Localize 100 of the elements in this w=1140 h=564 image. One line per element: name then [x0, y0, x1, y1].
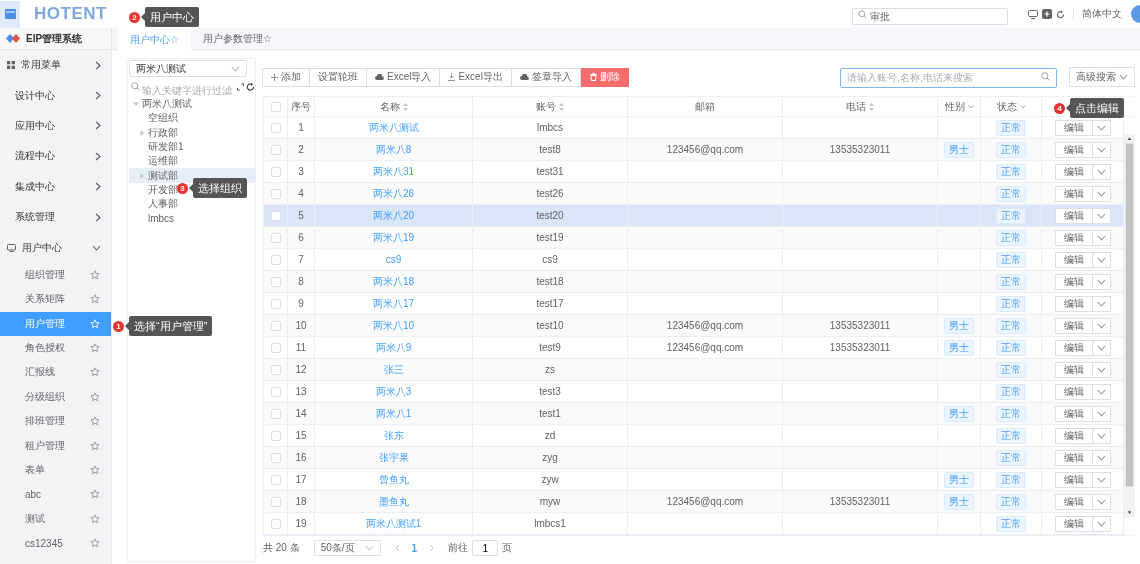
sort-icon[interactable]: [559, 102, 564, 111]
checkbox[interactable]: [270, 210, 281, 221]
table-row[interactable]: 3 两米八31 test31 正常 编辑: [264, 161, 1124, 183]
column-header[interactable]: 名称: [379, 99, 400, 114]
checkbox[interactable]: [270, 320, 281, 331]
refresh-icon[interactable]: [246, 81, 255, 92]
menu-button[interactable]: [0, 0, 20, 28]
tree-node[interactable]: 行政部: [129, 125, 256, 140]
checkbox[interactable]: [270, 408, 281, 419]
table-row[interactable]: 6 两米八19 test19 正常 编辑: [264, 227, 1124, 249]
refresh-icon[interactable]: [1056, 9, 1065, 19]
table-row[interactable]: 11 两米八9 test9 123456@qq.com 13535323011 男士 正常 编辑: [264, 337, 1124, 359]
next-page-icon[interactable]: [429, 544, 435, 552]
checkbox[interactable]: [270, 430, 281, 441]
menu-item[interactable]: cs12345: [0, 531, 111, 556]
edit-button[interactable]: 编辑: [1054, 119, 1093, 136]
dropdown-button[interactable]: [1092, 119, 1111, 136]
checkbox[interactable]: [270, 452, 281, 463]
tree-node[interactable]: 两米八测试: [129, 97, 256, 112]
checkbox[interactable]: [270, 342, 281, 353]
star-icon[interactable]: [90, 269, 100, 280]
edit-button[interactable]: 编辑: [1054, 339, 1093, 356]
dropdown-button[interactable]: [1092, 141, 1111, 158]
edit-button[interactable]: 编辑: [1054, 427, 1093, 444]
star-icon[interactable]: [90, 465, 100, 476]
dropdown-button[interactable]: [1092, 295, 1111, 312]
dropdown-button[interactable]: [1092, 317, 1111, 334]
edit-button[interactable]: 编辑: [1054, 273, 1093, 290]
edit-button[interactable]: 编辑: [1054, 493, 1093, 510]
tree-node[interactable]: 人事部: [129, 197, 256, 212]
table-row[interactable]: 8 两米八18 test18 正常 编辑: [264, 271, 1124, 293]
tab[interactable]: 用户参数管理☆: [190, 28, 284, 49]
dropdown-button[interactable]: [1092, 383, 1111, 400]
org-select[interactable]: 两米八测试: [129, 60, 247, 77]
prev-page-icon[interactable]: [394, 544, 400, 552]
star-icon[interactable]: [90, 440, 100, 451]
menu-item[interactable]: 测试: [0, 506, 111, 532]
checkbox[interactable]: [270, 101, 281, 112]
checkbox[interactable]: [270, 496, 281, 507]
menu-item[interactable]: 租户管理: [0, 433, 111, 458]
menu-item[interactable]: 应用中心: [0, 110, 111, 142]
table-row[interactable]: 1 两米八测试 lmbcs 正常 编辑: [264, 117, 1124, 139]
table-row[interactable]: 13 两米八3 test3 正常 编辑: [264, 381, 1124, 403]
expand-icon[interactable]: [237, 82, 245, 91]
edit-button[interactable]: 编辑: [1054, 405, 1093, 422]
menu-item[interactable]: 设计中心: [0, 80, 111, 111]
star-icon[interactable]: [90, 367, 100, 378]
edit-button[interactable]: 编辑: [1054, 383, 1093, 400]
menu-item[interactable]: 用户中心: [0, 232, 111, 263]
edit-button[interactable]: 编辑: [1054, 449, 1093, 466]
column-header[interactable]: 账号: [536, 99, 556, 114]
toolbar-button[interactable]: 签章导入: [510, 67, 581, 87]
table-row[interactable]: 9 两米八17 test17 正常 编辑: [264, 293, 1124, 315]
menu-item[interactable]: 排班管理: [0, 409, 111, 434]
tree-node[interactable]: 研发部1: [129, 139, 256, 155]
advanced-search-button[interactable]: 高级搜索: [1069, 67, 1135, 87]
edit-button[interactable]: 编辑: [1054, 229, 1093, 246]
edit-button[interactable]: 编辑: [1054, 141, 1093, 158]
column-header[interactable]: 性别: [944, 99, 965, 114]
table-row[interactable]: 2 两米八8 test8 123456@qq.com 13535323011 男士 正常 编辑: [264, 139, 1124, 161]
monitor-icon[interactable]: [1028, 9, 1038, 19]
menu-item[interactable]: 组织管理: [0, 262, 111, 288]
dropdown-button[interactable]: [1092, 361, 1111, 378]
star-icon[interactable]: [90, 294, 100, 305]
tree-node[interactable]: lmbcs: [129, 211, 256, 226]
search-field[interactable]: 请输入账号,名称,电话来搜索: [840, 67, 1057, 88]
table-row[interactable]: 15 张东 zd 正常 编辑: [264, 425, 1124, 447]
checkbox[interactable]: [270, 386, 281, 397]
dropdown-button[interactable]: [1092, 449, 1111, 466]
filter-field[interactable]: 输入关键字进行过滤: [130, 84, 235, 97]
tree-node[interactable]: 运维部: [129, 154, 256, 169]
checkbox[interactable]: [270, 298, 281, 309]
checkbox[interactable]: [270, 166, 281, 177]
sort-icon[interactable]: [869, 102, 874, 111]
menu-item[interactable]: 表单: [0, 457, 111, 483]
tree-node[interactable]: 空组织: [129, 111, 256, 126]
checkbox[interactable]: [270, 232, 281, 243]
dropdown-button[interactable]: [1092, 339, 1111, 356]
toolbar-button[interactable]: 设置轮班: [309, 67, 367, 87]
table-row[interactable]: 19 两米八测试1 lmbcs1 正常 编辑: [264, 513, 1124, 535]
edit-button[interactable]: 编辑: [1054, 361, 1093, 378]
checkbox[interactable]: [270, 144, 281, 155]
star-icon[interactable]: [90, 391, 100, 402]
star-icon[interactable]: [90, 343, 100, 354]
toolbar-button[interactable]: Excel导入: [366, 67, 441, 87]
dropdown-button[interactable]: [1092, 427, 1111, 444]
menu-item[interactable]: 角色授权: [0, 335, 111, 361]
menu-item[interactable]: 集成中心: [0, 171, 111, 202]
edit-button[interactable]: 编辑: [1054, 251, 1093, 268]
dropdown-button[interactable]: [1092, 405, 1111, 422]
table-row[interactable]: 16 张宇果 zyg 正常 编辑: [264, 447, 1124, 469]
page-size-select[interactable]: 50条/页: [313, 540, 381, 556]
dropdown-button[interactable]: [1092, 515, 1111, 532]
checkbox[interactable]: [270, 188, 281, 199]
star-icon[interactable]: [90, 416, 100, 427]
menu-item[interactable]: 汇报线: [0, 360, 111, 385]
toolbar-button[interactable]: 添加: [262, 67, 310, 87]
edit-button[interactable]: 编辑: [1054, 471, 1093, 488]
checkbox[interactable]: [270, 254, 281, 265]
checkbox[interactable]: [270, 518, 281, 529]
